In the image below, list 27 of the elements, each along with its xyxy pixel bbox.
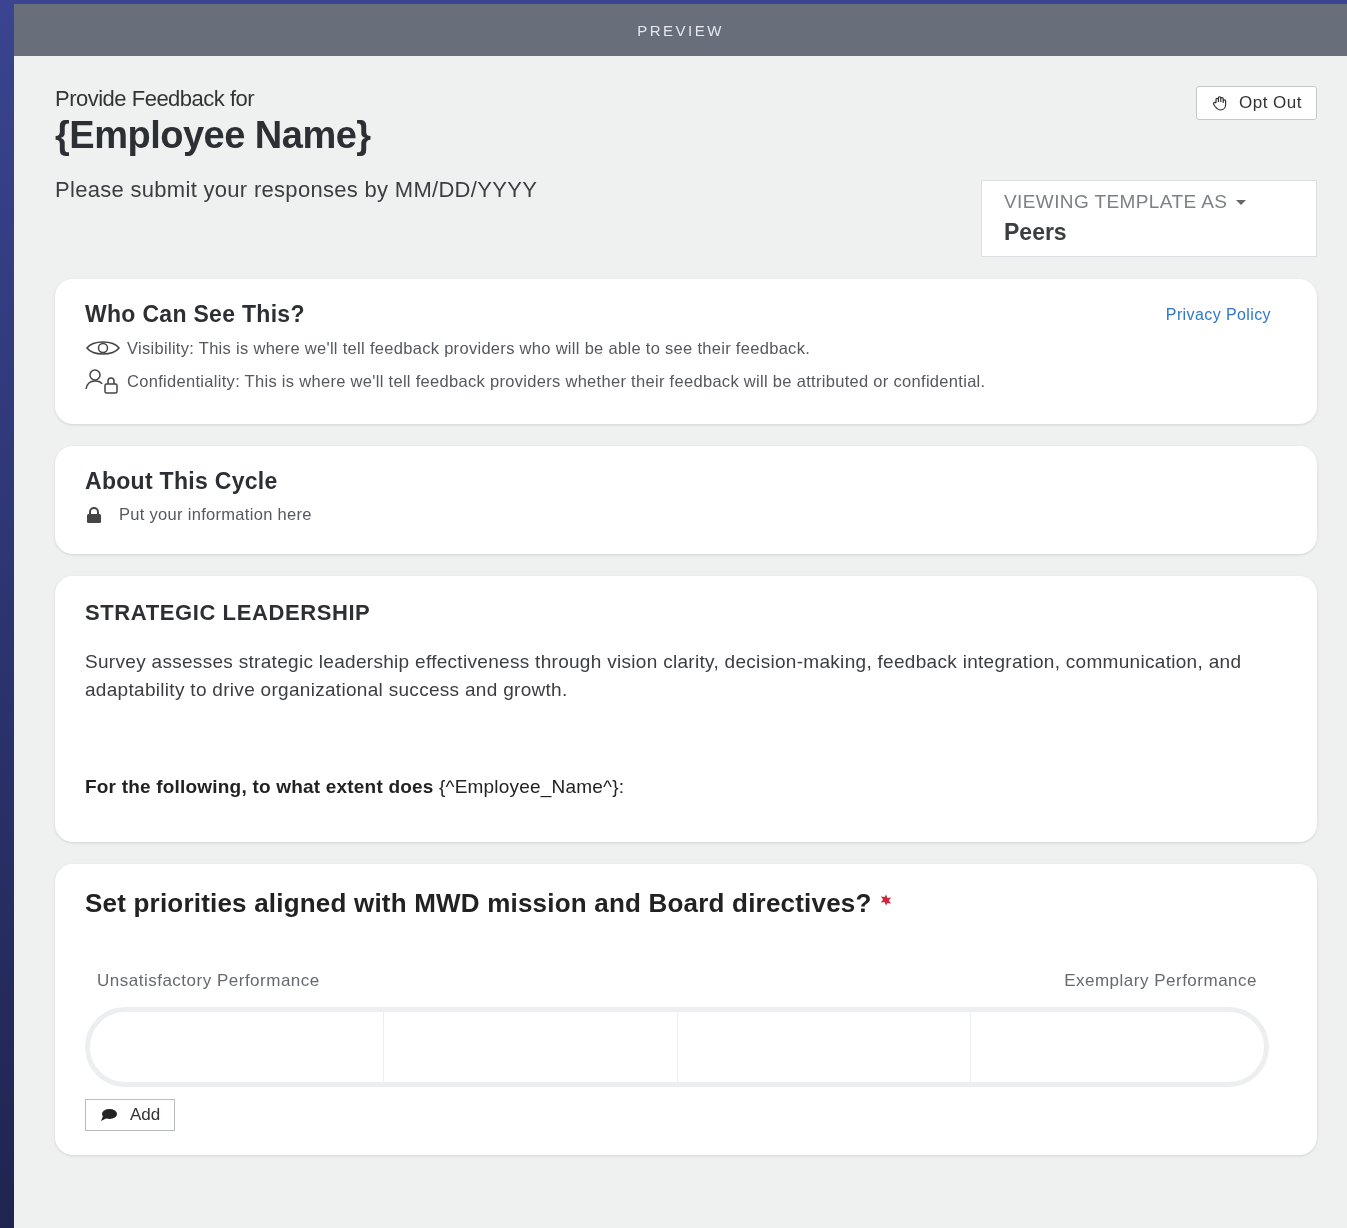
hand-icon: [1210, 94, 1229, 112]
selector-label: VIEWING TEMPLATE AS: [1004, 191, 1228, 213]
scale-high-label: Exemplary Performance: [1064, 971, 1257, 991]
section-title: STRATEGIC LEADERSHIP: [85, 600, 372, 626]
info-text: Put your information here: [119, 505, 312, 524]
add-comment-button[interactable]: Add: [85, 1099, 176, 1131]
opt-out-button[interactable]: Opt Out: [1195, 86, 1317, 120]
section-description: Survey assesses strategic leadership effectiveness through vision clarity, decision-making, feedback integration, communication, and adaptability to drive organizational success and growth.: [85, 650, 1243, 702]
card-title: Who Can See This?: [85, 301, 305, 328]
feedback-label: Provide Feedback for: [55, 86, 256, 112]
info-text: Visibility: This is where we'll tell feedback providers who will be able to see their feedback.: [127, 338, 811, 358]
question-prompt: For the following, to what extent does {^Employee_Name^}:: [85, 776, 626, 798]
caret-icon: [1235, 198, 1248, 206]
employee-name: {Employee Name}: [55, 114, 372, 157]
preview-title: PREVIEW: [637, 21, 724, 39]
comment-icon: [100, 1108, 118, 1122]
due-date-text: Please submit your responses by MM/DD/YYYY: [55, 177, 538, 203]
question-text: Set priorities aligned with MWD mission and Board directives?: [85, 888, 872, 919]
template-selector[interactable]: VIEWING TEMPLATE AS Peers: [981, 180, 1317, 257]
scale-low-label: Unsatisfactory Performance: [97, 971, 320, 991]
info-text: Confidentiality: This is where we'll tell feedback providers whether their feedback will be attributed or confidential.: [127, 371, 986, 391]
card-title: About This Cycle: [85, 468, 279, 495]
lock-icon: [85, 506, 103, 523]
person-lock-icon: [85, 368, 121, 394]
selector-value: Peers: [1004, 219, 1068, 246]
eye-icon: [85, 338, 121, 358]
privacy-policy-link[interactable]: Privacy Policy: [1165, 305, 1271, 324]
